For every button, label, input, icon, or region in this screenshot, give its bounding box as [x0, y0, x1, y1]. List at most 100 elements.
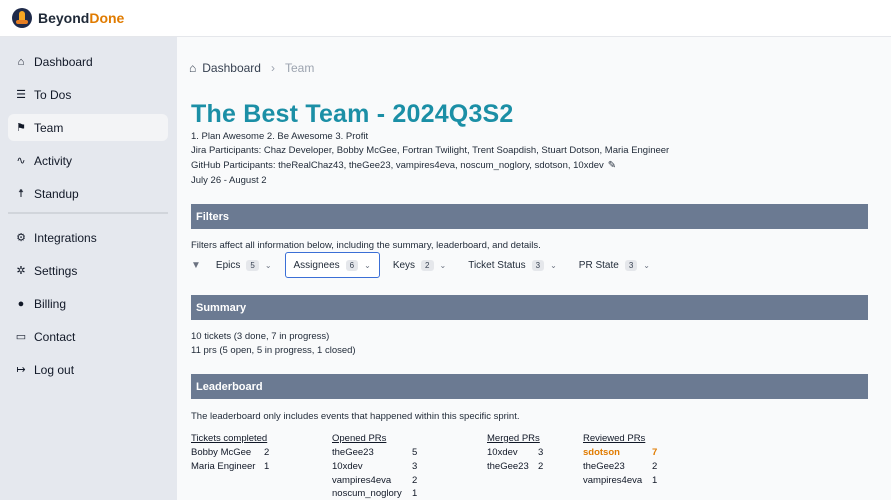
leaderboard-name-top: sdotson [583, 447, 620, 458]
breadcrumb: ⌂ Dashboard › Team [189, 61, 314, 75]
leaderboard-name: theGee23 [487, 461, 529, 472]
filter-keys[interactable]: Keys 2 ⌄ [384, 252, 455, 278]
filters-header: Filters [191, 204, 868, 229]
leaderboard-column-title: Opened PRs [332, 433, 387, 444]
leaderboard-value: 1 [652, 475, 658, 486]
leaderboard-name: Maria Engineer [191, 461, 256, 472]
leaderboard-value: 5 [412, 447, 418, 458]
leaderboard-name: 10xdev [332, 461, 363, 472]
filter-label: Epics [215, 259, 241, 271]
sidebar-item-label: Standup [34, 186, 79, 201]
leaderboard-name: vampires4eva [583, 475, 643, 486]
sidebar-divider [8, 212, 168, 214]
filter-label: Assignees [293, 259, 340, 271]
person-standing-icon: ☨ [18, 188, 24, 200]
filter-count-badge: 5 [246, 259, 259, 271]
filter-pr-state[interactable]: PR State 3 ⌄ [570, 252, 659, 278]
leaderboard-column-title: Reviewed PRs [583, 433, 646, 444]
user-circle-icon: ● [17, 297, 25, 310]
filter-label: Keys [392, 259, 416, 271]
leaderboard-value: 1 [264, 461, 270, 472]
leaderboard-column-title: Merged PRs [487, 433, 540, 444]
leaderboard-value: 2 [264, 447, 270, 458]
sprint-dates: July 26 - August 2 [191, 175, 267, 186]
sidebar-item-label: Settings [34, 263, 78, 278]
sidebar-item-label: Contact [34, 329, 76, 344]
brand-name[interactable]: BeyondDone [38, 10, 124, 26]
home-icon[interactable]: ⌂ [189, 61, 196, 75]
activity-pulse-icon: ∿ [16, 155, 26, 167]
pencil-edit-icon[interactable]: ✎ [608, 160, 616, 171]
github-participants: GitHub Participants: theRealChaz43, theG… [191, 160, 604, 171]
leaderboard-header: Leaderboard [191, 374, 868, 399]
sidebar-item-todos[interactable]: ☰ To Dos [8, 81, 168, 108]
top-bar: BeyondDone [0, 0, 891, 37]
jira-participants: Jira Participants: Chaz Developer, Bobby… [191, 145, 670, 156]
brand-name-part2: Done [89, 10, 125, 26]
home-icon: ⌂ [17, 55, 25, 68]
people-icon: ⚑ [16, 122, 26, 134]
sidebar-item-label: Integrations [34, 230, 97, 245]
chat-bubble-icon: ▭ [15, 331, 27, 343]
summary-tickets: 10 tickets (3 done, 7 in progress) [191, 331, 330, 342]
sidebar-item-logout[interactable]: ↦ Log out [8, 356, 168, 383]
sidebar-item-billing[interactable]: ● Billing [8, 290, 168, 317]
sidebar: ⌂ Dashboard ☰ To Dos ⚑ Team ∿ Activity ☨… [0, 37, 177, 500]
filters-row: ▼ Epics 5 ⌄ Assignees 6 ⌄ Keys 2 ⌄ Ticke… [191, 252, 663, 278]
sidebar-item-standup[interactable]: ☨ Standup [8, 180, 168, 207]
leaderboard-value: 1 [412, 488, 418, 499]
leaderboard-name: noscum_noglory [332, 488, 402, 499]
leaderboard-description: The leaderboard only includes events tha… [191, 411, 520, 422]
sidebar-item-label: Team [34, 120, 64, 135]
chevron-down-icon: ⌄ [550, 260, 557, 270]
leaderboard-value-top: 7 [652, 447, 658, 458]
rocket-logo-icon[interactable] [12, 8, 32, 28]
filter-assignees[interactable]: Assignees 6 ⌄ [284, 252, 380, 278]
leaderboard-value: 2 [412, 475, 418, 486]
sidebar-item-integrations[interactable]: ⚙ Integrations [8, 224, 168, 251]
chevron-right-icon: › [270, 61, 275, 75]
summary-prs: 11 prs (5 open, 5 in progress, 1 closed) [191, 345, 356, 356]
sidebar-item-label: To Dos [34, 87, 72, 102]
filter-ticket-status[interactable]: Ticket Status 3 ⌄ [459, 252, 566, 278]
sidebar-item-contact[interactable]: ▭ Contact [8, 323, 168, 350]
github-participants-row: GitHub Participants: theRealChaz43, theG… [191, 160, 616, 171]
leaderboard-value: 3 [538, 447, 544, 458]
sidebar-item-label: Dashboard [34, 54, 93, 69]
gears-icon: ⚙ [16, 232, 26, 244]
sidebar-item-dashboard[interactable]: ⌂ Dashboard [8, 48, 168, 75]
logout-icon: ↦ [16, 364, 26, 376]
leaderboard-value: 2 [538, 461, 544, 472]
leaderboard-name: vampires4eva [332, 475, 392, 486]
sidebar-item-label: Billing [34, 296, 67, 311]
brand-name-part1: Beyond [38, 10, 90, 26]
chevron-down-icon: ⌄ [439, 260, 447, 270]
filter-label: PR State [578, 259, 619, 271]
sidebar-item-team[interactable]: ⚑ Team [8, 114, 168, 141]
leaderboard-name: theGee23 [583, 461, 625, 472]
sidebar-item-label: Activity [34, 153, 73, 168]
breadcrumb-dashboard-link[interactable]: Dashboard [202, 61, 261, 75]
checklist-icon: ☰ [16, 89, 26, 101]
leaderboard-name: 10xdev [487, 447, 518, 458]
team-goals: 1. Plan Awesome 2. Be Awesome 3. Profit [191, 131, 369, 142]
filter-label: Ticket Status [468, 259, 526, 271]
chevron-down-icon: ⌄ [264, 260, 272, 270]
chevron-down-icon: ⌄ [643, 260, 650, 270]
leaderboard-name: theGee23 [332, 447, 374, 458]
sidebar-item-label: Log out [34, 362, 75, 377]
filter-count-badge: 6 [345, 259, 359, 271]
main-content: ⌂ Dashboard › Team The Best Team - 2024Q… [177, 37, 891, 500]
filter-epics[interactable]: Epics 5 ⌄ [207, 252, 281, 278]
leaderboard-value: 2 [652, 461, 658, 472]
leaderboard-name: Bobby McGee [191, 447, 252, 458]
leaderboard-column-title: Tickets completed [191, 433, 268, 444]
summary-header: Summary [191, 295, 868, 320]
page-title: The Best Team - 2024Q3S2 [191, 100, 514, 128]
filter-count-badge: 3 [624, 259, 638, 271]
chevron-down-icon: ⌄ [364, 260, 371, 270]
filters-description: Filters affect all information below, in… [191, 240, 541, 251]
sidebar-item-settings[interactable]: ✲ Settings [8, 257, 168, 284]
filter-count-badge: 3 [531, 259, 545, 271]
sidebar-item-activity[interactable]: ∿ Activity [8, 147, 168, 174]
